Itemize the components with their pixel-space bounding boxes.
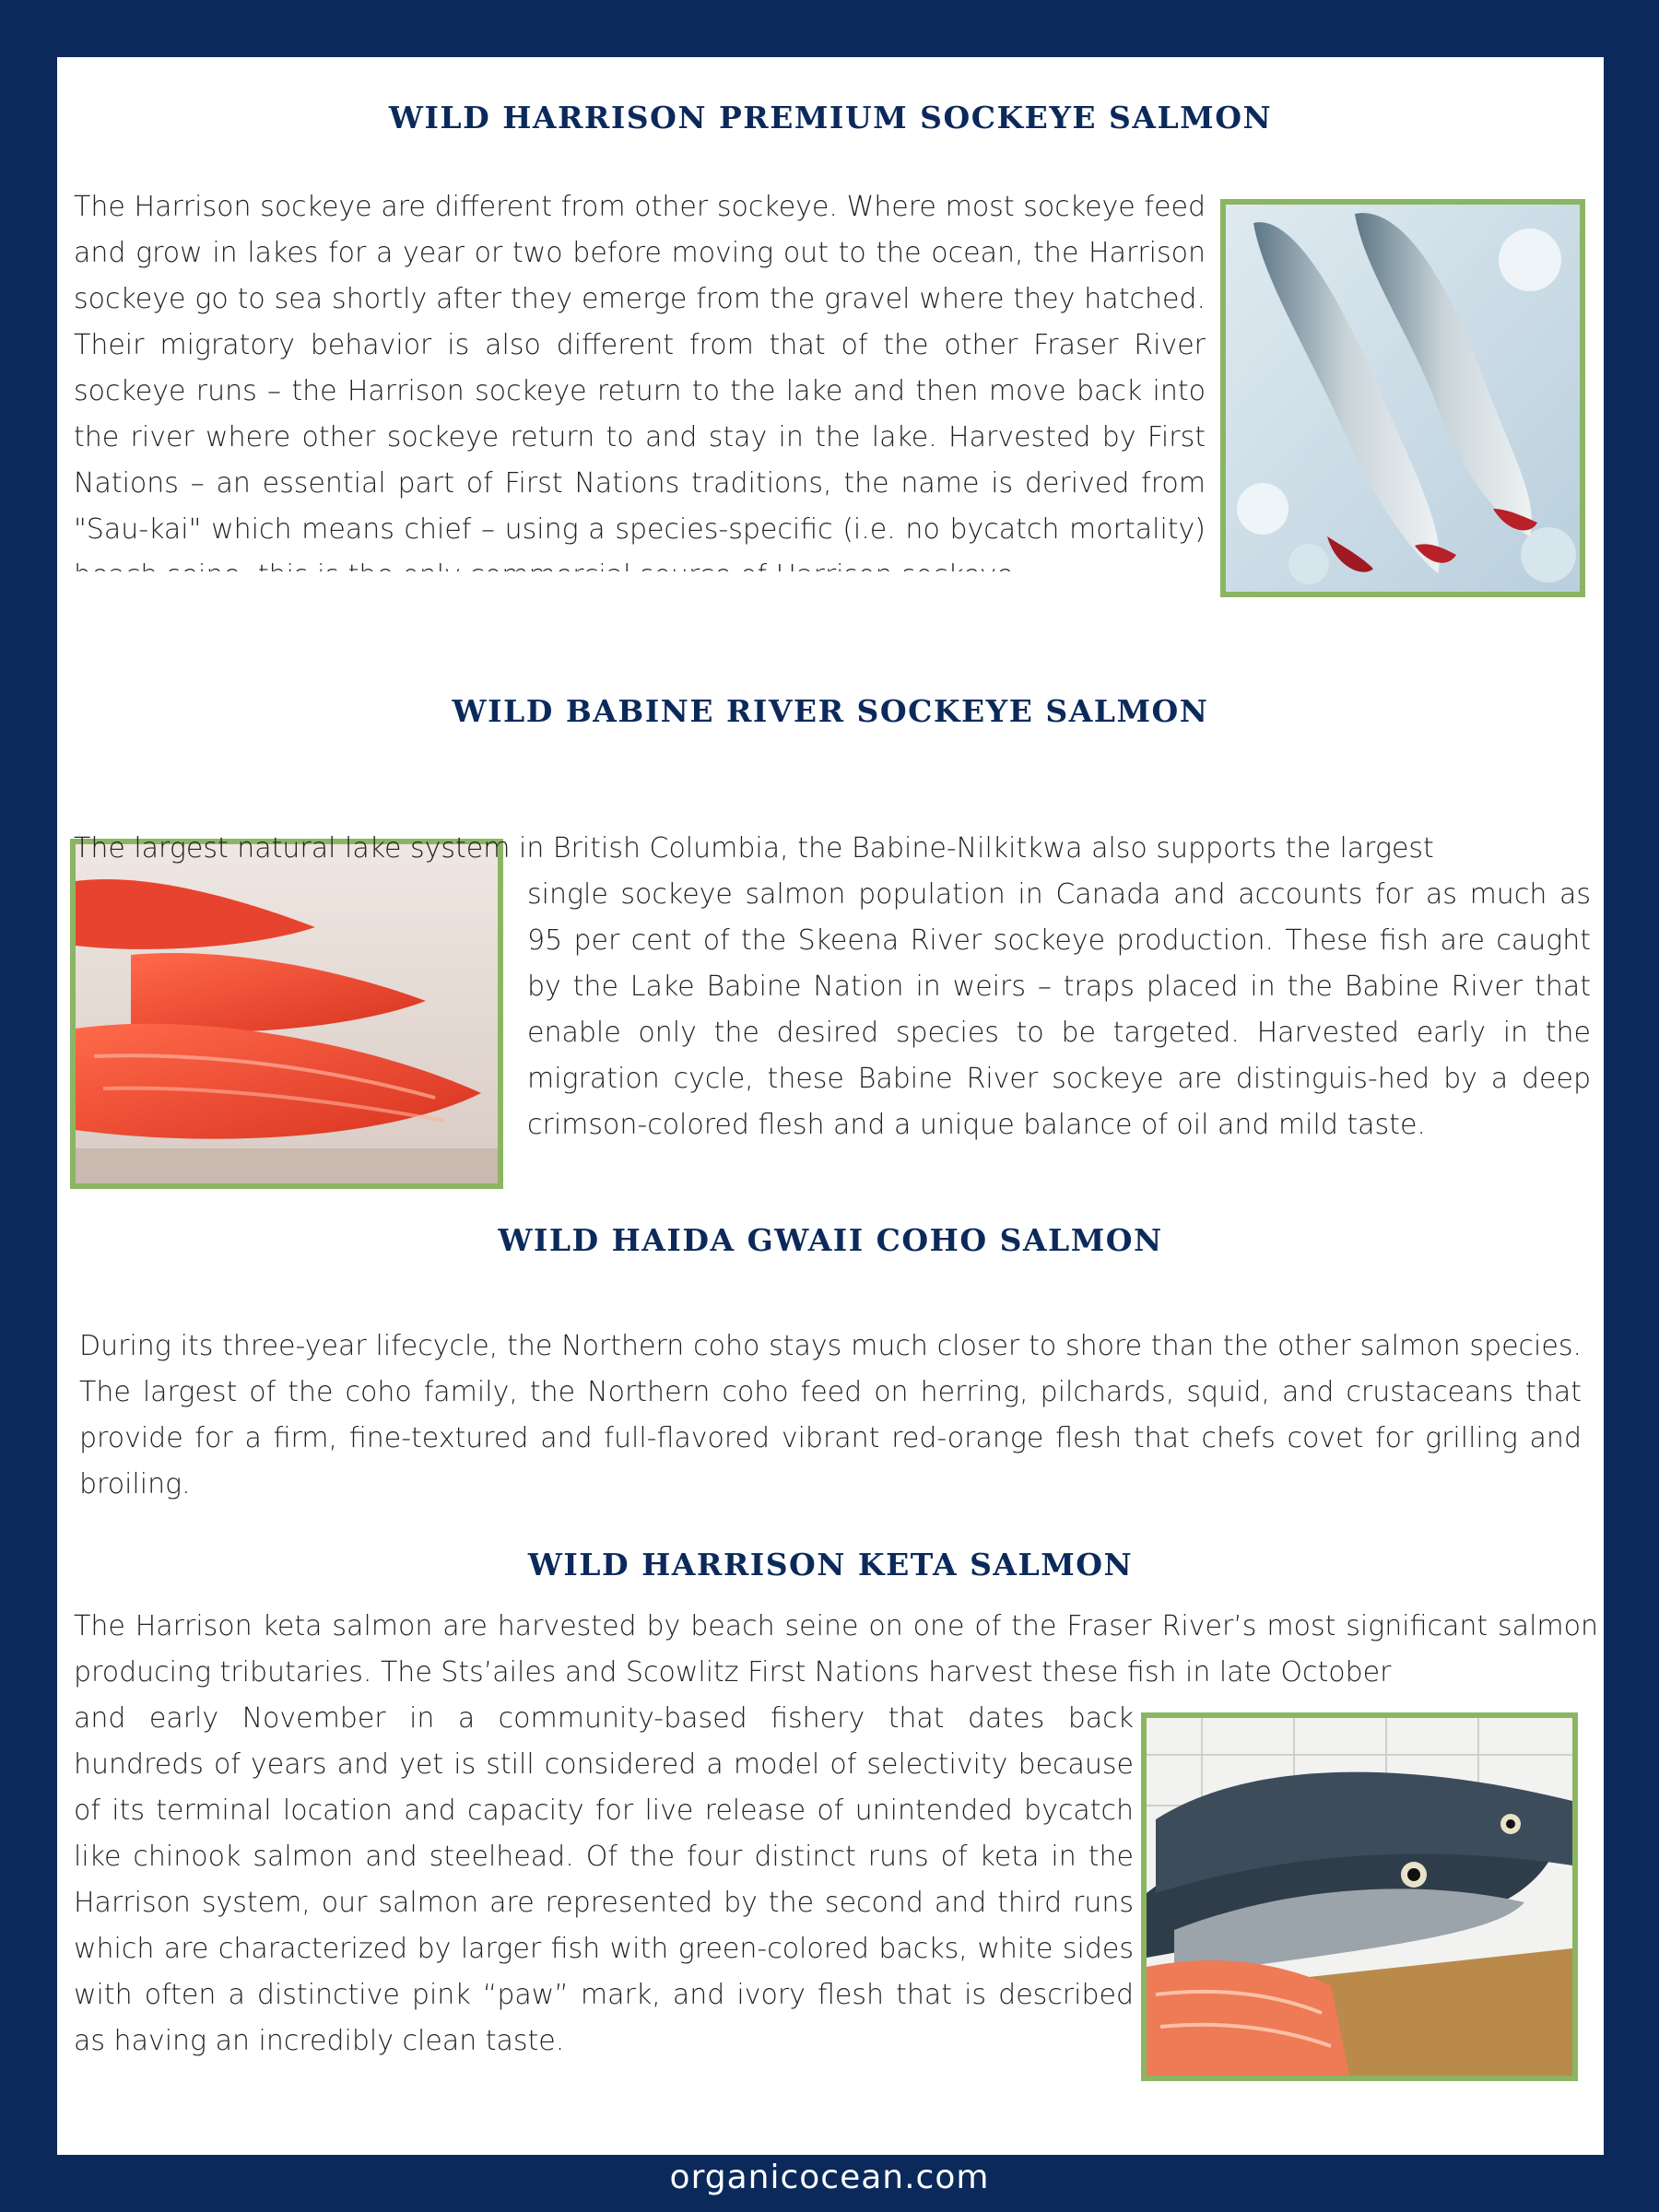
keta-image bbox=[1147, 1718, 1572, 2076]
section-title-harrison-keta: WILD HARRISON KETA SALMON bbox=[527, 1547, 1134, 1583]
section-body-babine-sockeye-line1: The largest natural lake system in Briti… bbox=[74, 826, 1598, 872]
footer-website[interactable]: organicocean.com bbox=[0, 2159, 1659, 2196]
section-title-babine-sockeye: WILD BABINE RIVER SOCKEYE SALMON bbox=[452, 693, 1209, 729]
section-body-harrison-keta-rest: and early November in a community-based … bbox=[74, 1696, 1134, 2157]
babine-rest-text: single sockeye salmon population in Cana… bbox=[527, 878, 1591, 1141]
section-body-babine-sockeye-rest: single sockeye salmon population in Cana… bbox=[527, 872, 1591, 1194]
keta-rest-text: and early November in a community-based … bbox=[74, 1702, 1134, 2057]
keta-top-text: The Harrison keta salmon are harvested b… bbox=[74, 1610, 1598, 1688]
section-title-harrison-sockeye: WILD HARRISON PREMIUM SOCKEYE SALMON bbox=[388, 100, 1273, 135]
babine-line1-text: The largest natural lake system in Briti… bbox=[74, 832, 1434, 865]
section-body-haida-coho: During its three-year lifecycle, the Nor… bbox=[79, 1330, 1582, 1500]
section-body-harrison-sockeye: The Harrison sockeye are different from … bbox=[74, 191, 1206, 571]
section-title-haida-coho: WILD HAIDA GWAII COHO SALMON bbox=[498, 1222, 1163, 1258]
photo-keta-salmon bbox=[1141, 1712, 1578, 2081]
fish-on-ice-image bbox=[1226, 205, 1580, 592]
page-card: WILD HARRISON PREMIUM SOCKEYE SALMON The… bbox=[57, 57, 1604, 2155]
photo-sockeye-on-ice bbox=[1220, 199, 1585, 597]
fillet-image bbox=[76, 844, 498, 1183]
photo-sockeye-fillets bbox=[70, 839, 503, 1189]
section-body-harrison-keta-top: The Harrison keta salmon are harvested b… bbox=[74, 1604, 1598, 1696]
